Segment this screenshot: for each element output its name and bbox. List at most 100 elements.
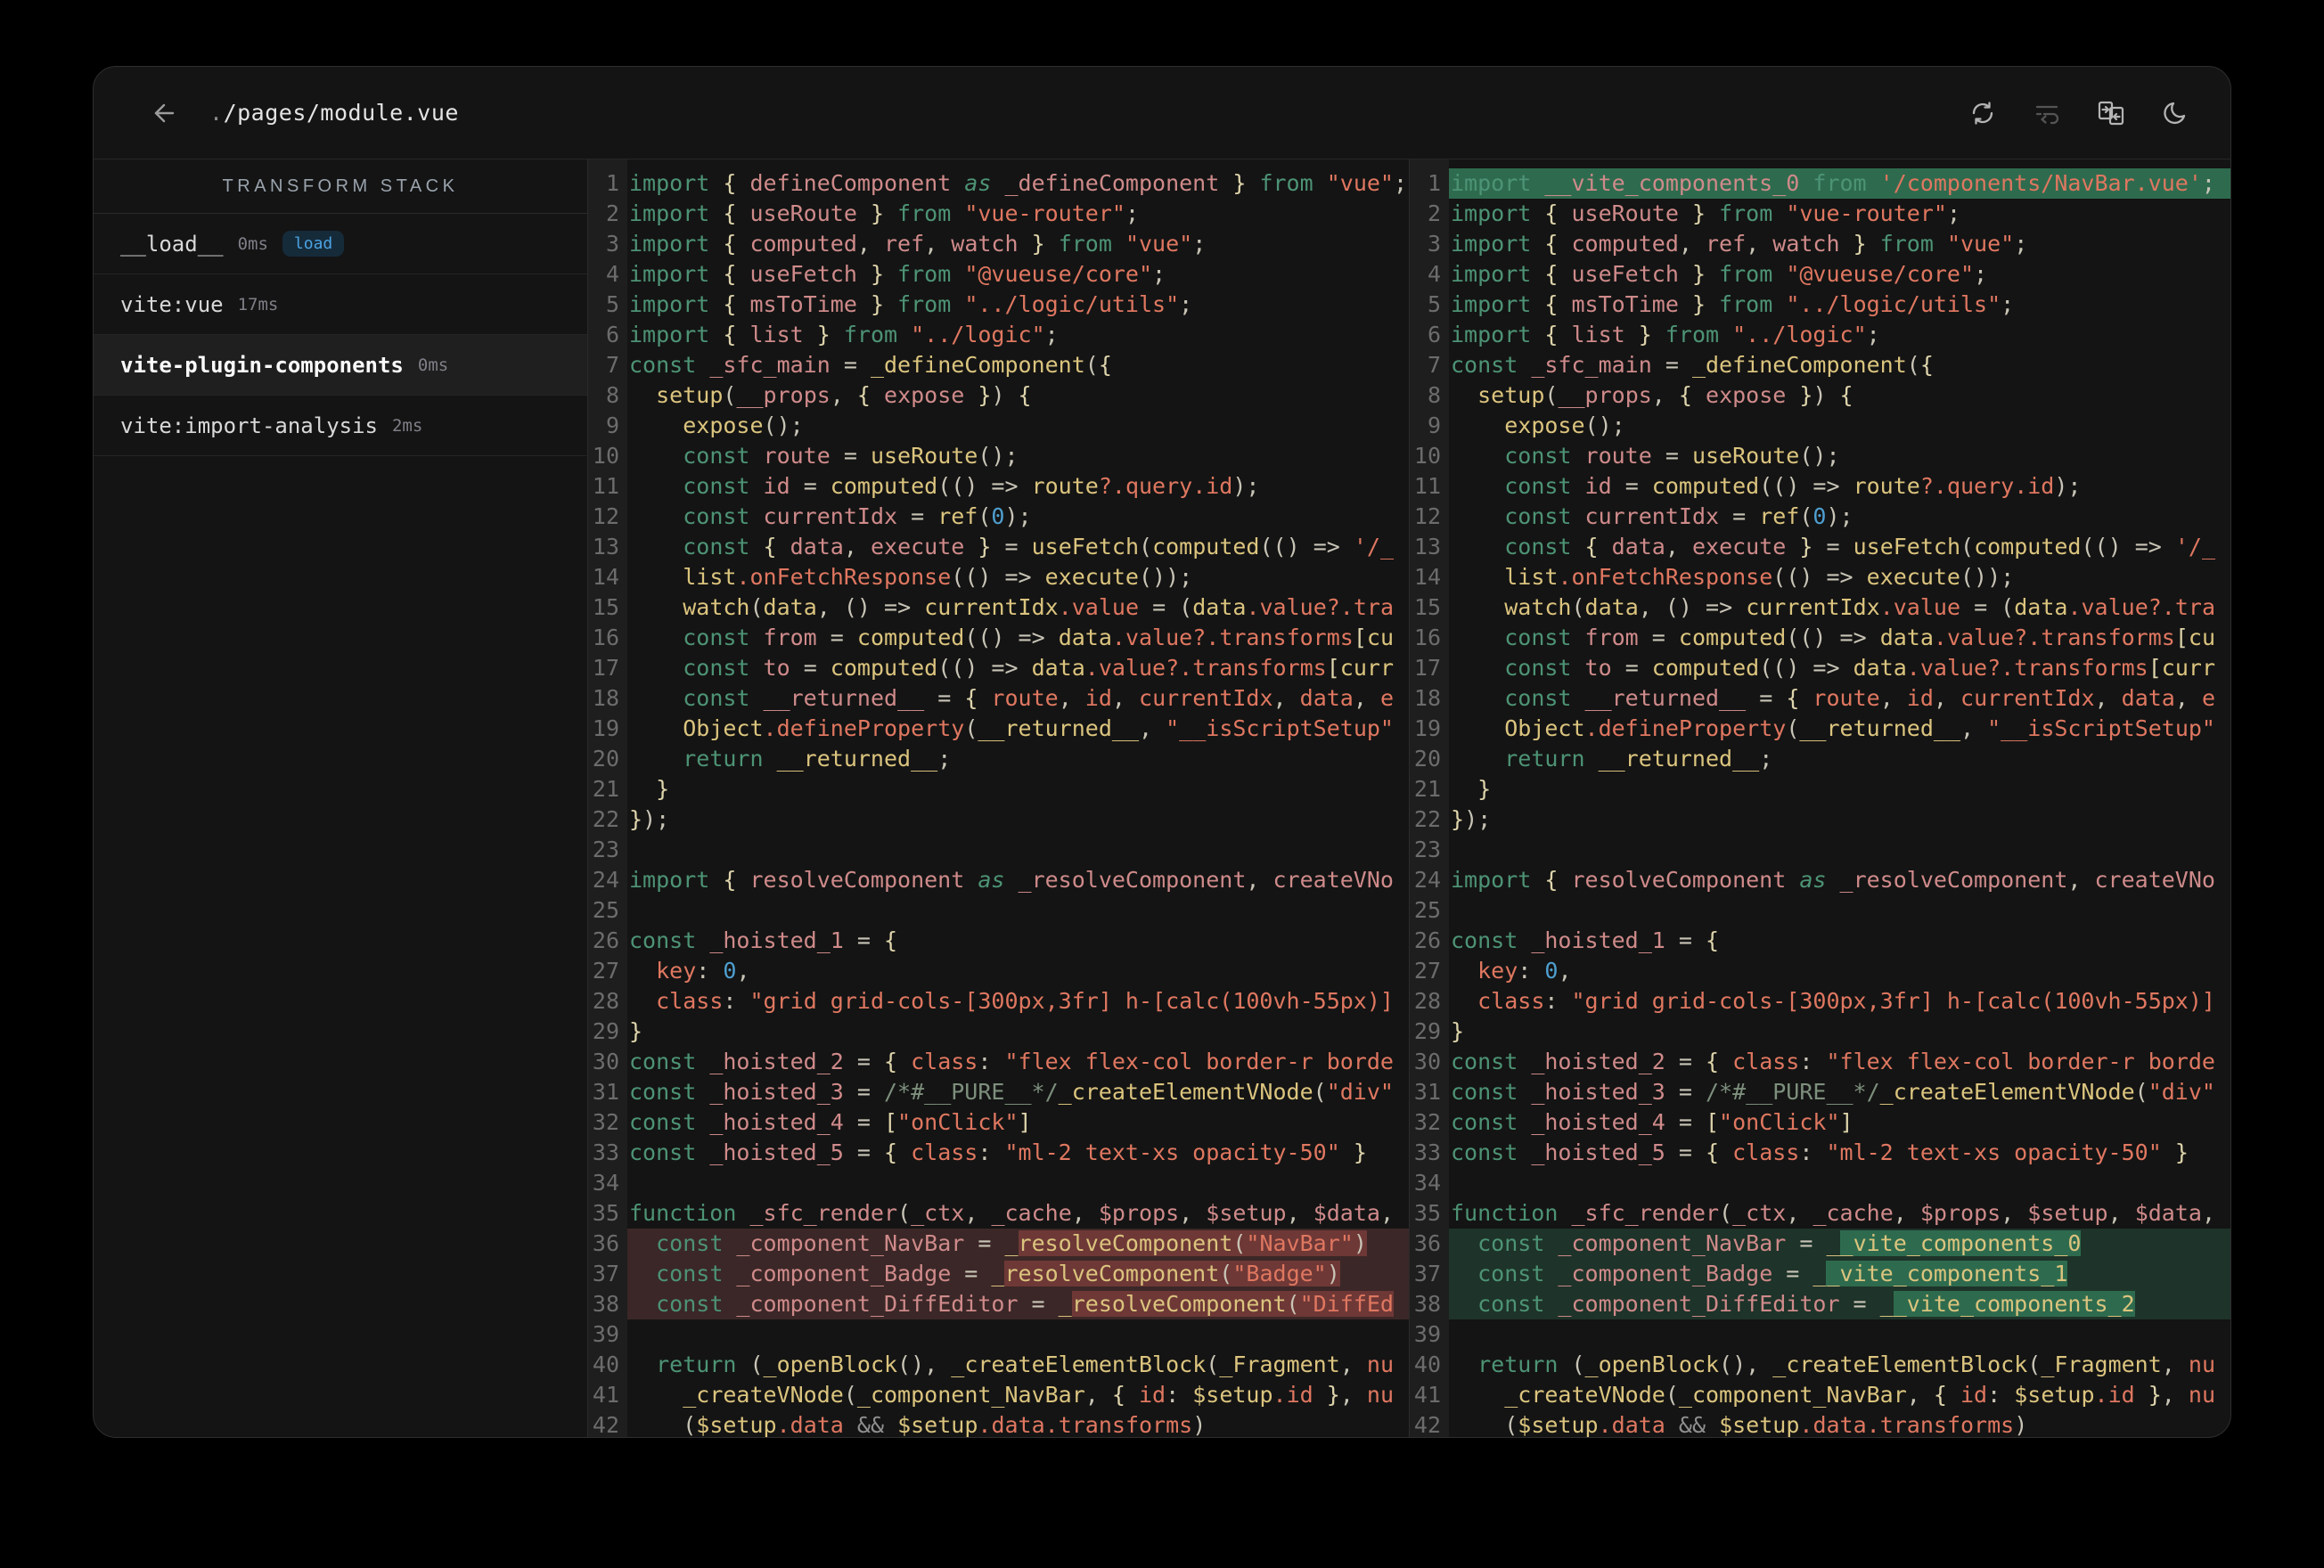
line-wrap-button[interactable]	[2031, 97, 2063, 129]
line-number: 42	[1413, 1412, 1441, 1437]
plugin-time: 0ms	[237, 233, 268, 254]
code-line: 18 const __returned__ = { route, id, cur…	[1410, 683, 2230, 714]
code-line: 16 const from = computed(() => data.valu…	[588, 623, 1409, 653]
line-number: 7	[1427, 352, 1441, 378]
code-content: const _sfc_main = _defineComponent({	[629, 352, 1112, 378]
code-line: 12 const currentIdx = ref(0);	[1410, 502, 2230, 532]
code-content: _createVNode(_component_NavBar, { id: $s…	[1504, 1382, 2216, 1408]
line-number: 33	[1413, 1139, 1441, 1165]
diff-word-highlight: resolveComponent("Badge")	[1004, 1261, 1340, 1286]
code-panel-before[interactable]: 1 import { defineComponent as _defineComp…	[588, 159, 1410, 1437]
sidebar-items: __load__ 0ms load vite:vue 17ms vite-plugin-c…	[94, 214, 587, 456]
code-content: const _component_NavBar = __vite_compone…	[1449, 1229, 2230, 1259]
code-line: 1 import { defineComponent as _defineComp…	[588, 168, 1409, 199]
code-content: }	[656, 776, 670, 802]
line-number: 21	[592, 776, 619, 802]
code-content: import { useRoute } from "vue-router";	[1451, 200, 1960, 226]
diff-view-button[interactable]	[2095, 97, 2127, 129]
line-number: 2	[1427, 200, 1441, 226]
code-content: const _hoisted_2 = { class: "flex flex-c…	[629, 1049, 1394, 1074]
sidebar-item--load-[interactable]: __load__ 0ms load	[94, 214, 587, 274]
code-line: 6 import { list } from "../logic";	[1410, 320, 2230, 350]
line-number: 3	[605, 231, 619, 257]
line-number: 26	[592, 927, 619, 953]
line-number: 9	[1427, 412, 1441, 438]
page-title: ./pages/module.vue	[209, 100, 459, 126]
code-content: import { useRoute } from "vue-router";	[629, 200, 1139, 226]
code-content: const currentIdx = ref(0);	[1504, 503, 1853, 529]
code-line: 33 const _hoisted_5 = { class: "ml-2 text…	[1410, 1138, 2230, 1168]
line-number: 1	[1427, 170, 1441, 196]
line-number: 35	[592, 1200, 619, 1226]
code-line: 37 const _component_Badge = _resolveComp…	[588, 1259, 1409, 1289]
line-number: 33	[592, 1139, 619, 1165]
code-line: 41 _createVNode(_component_NavBar, { id:…	[588, 1380, 1409, 1410]
line-number: 12	[592, 503, 619, 529]
code-line: 26 const _hoisted_1 = {	[1410, 926, 2230, 956]
code-line: 10 const route = useRoute();	[1410, 441, 2230, 471]
title-path: /pages/module.vue	[223, 100, 459, 126]
code-line: 21 }	[1410, 774, 2230, 804]
code-content	[1449, 895, 2230, 926]
line-number: 37	[592, 1261, 619, 1286]
line-number: 17	[1413, 655, 1441, 681]
code-line: 31 const _hoisted_3 = /*#__PURE__*/_creat…	[588, 1077, 1409, 1107]
code-line: 36 const _component_NavBar = __vite_comp…	[1410, 1229, 2230, 1259]
code-line: 7 const _sfc_main = _defineComponent({	[1410, 350, 2230, 380]
line-number: 39	[1413, 1321, 1441, 1347]
code-content: const to = computed(() => data.value?.tr…	[1504, 655, 2216, 681]
line-number: 6	[1427, 322, 1441, 347]
line-number: 15	[1413, 594, 1441, 620]
line-number: 25	[1413, 897, 1441, 923]
code-content: const _hoisted_2 = { class: "flex flex-c…	[1451, 1049, 2215, 1074]
code-line: 29}	[588, 1017, 1409, 1047]
code-content: const _sfc_main = _defineComponent({	[1451, 352, 1934, 378]
code-line: 19 Object.defineProperty(__returned__, "…	[588, 714, 1409, 744]
line-number: 24	[1413, 867, 1441, 893]
code-content: }	[1477, 776, 1492, 802]
code-panel-after[interactable]: 1 import __vite_components_0 from '/compo…	[1410, 159, 2230, 1437]
code-content: expose();	[683, 412, 804, 438]
code-line: 2 import { useRoute } from "vue-router";	[588, 199, 1409, 229]
code-line: 11 const id = computed(() => route?.quer…	[588, 471, 1409, 502]
code-line: 7 const _sfc_main = _defineComponent({	[588, 350, 1409, 380]
code-content: const _component_NavBar = _resolveCompon…	[627, 1229, 1409, 1259]
line-number: 24	[592, 867, 619, 893]
code-line: 24 import { resolveComponent as _resolveC…	[1410, 865, 2230, 895]
sidebar-item-vite-import-analysis[interactable]: vite:import-analysis 2ms	[94, 396, 587, 456]
code-content: import { list } from "../logic";	[1451, 322, 1880, 347]
theme-toggle-button[interactable]	[2159, 97, 2191, 129]
code-line: 35 function _sfc_render(_ctx, _cache, $pr…	[1410, 1198, 2230, 1229]
line-number: 11	[1413, 473, 1441, 499]
code-content: const _hoisted_4 = ["onClick"]	[629, 1109, 1032, 1135]
code-content: return (_openBlock(), _createElementBloc…	[656, 1352, 1394, 1377]
code-content: const _component_Badge = __vite_componen…	[1449, 1259, 2230, 1289]
back-button[interactable]	[143, 95, 179, 131]
code-content: watch(data, () => currentIdx.value = (da…	[1504, 594, 2216, 620]
code-line: 25	[588, 895, 1409, 926]
code-content: import { msToTime } from "../logic/utils…	[1451, 291, 2015, 317]
code-content: import __vite_components_0 from '/compon…	[1449, 168, 2230, 199]
line-number: 36	[1413, 1230, 1441, 1256]
code-content: ($setup.data && $setup.data.transforms)	[683, 1412, 1207, 1437]
line-number: 8	[1427, 382, 1441, 408]
code-content: }	[629, 1018, 643, 1044]
diff-word-highlight: resolveComponent("NavBar")	[1018, 1230, 1367, 1256]
code-line: 33 const _hoisted_5 = { class: "ml-2 text…	[588, 1138, 1409, 1168]
code-content: const _component_Badge = _resolveCompone…	[627, 1259, 1409, 1289]
sidebar-item-vite-vue[interactable]: vite:vue 17ms	[94, 274, 587, 335]
code-content: const to = computed(() => data.value?.tr…	[683, 655, 1395, 681]
line-number: 34	[592, 1170, 619, 1196]
line-number: 16	[1413, 625, 1441, 650]
line-number: 41	[592, 1382, 619, 1408]
refresh-button[interactable]	[1967, 97, 1999, 129]
sidebar-item-vite-plugin-components[interactable]: vite-plugin-components 0ms	[94, 335, 587, 396]
plugin-time: 2ms	[391, 415, 423, 436]
code-content: const id = computed(() => route?.query.i…	[683, 473, 1260, 499]
line-number: 10	[592, 443, 619, 469]
code-line: 17 const to = computed(() => data.value?…	[588, 653, 1409, 683]
diff-word-highlight: _vite_components_0	[1839, 1230, 2082, 1256]
code-content: const route = useRoute();	[683, 443, 1019, 469]
line-number: 22	[592, 806, 619, 832]
line-number: 19	[1413, 715, 1441, 741]
